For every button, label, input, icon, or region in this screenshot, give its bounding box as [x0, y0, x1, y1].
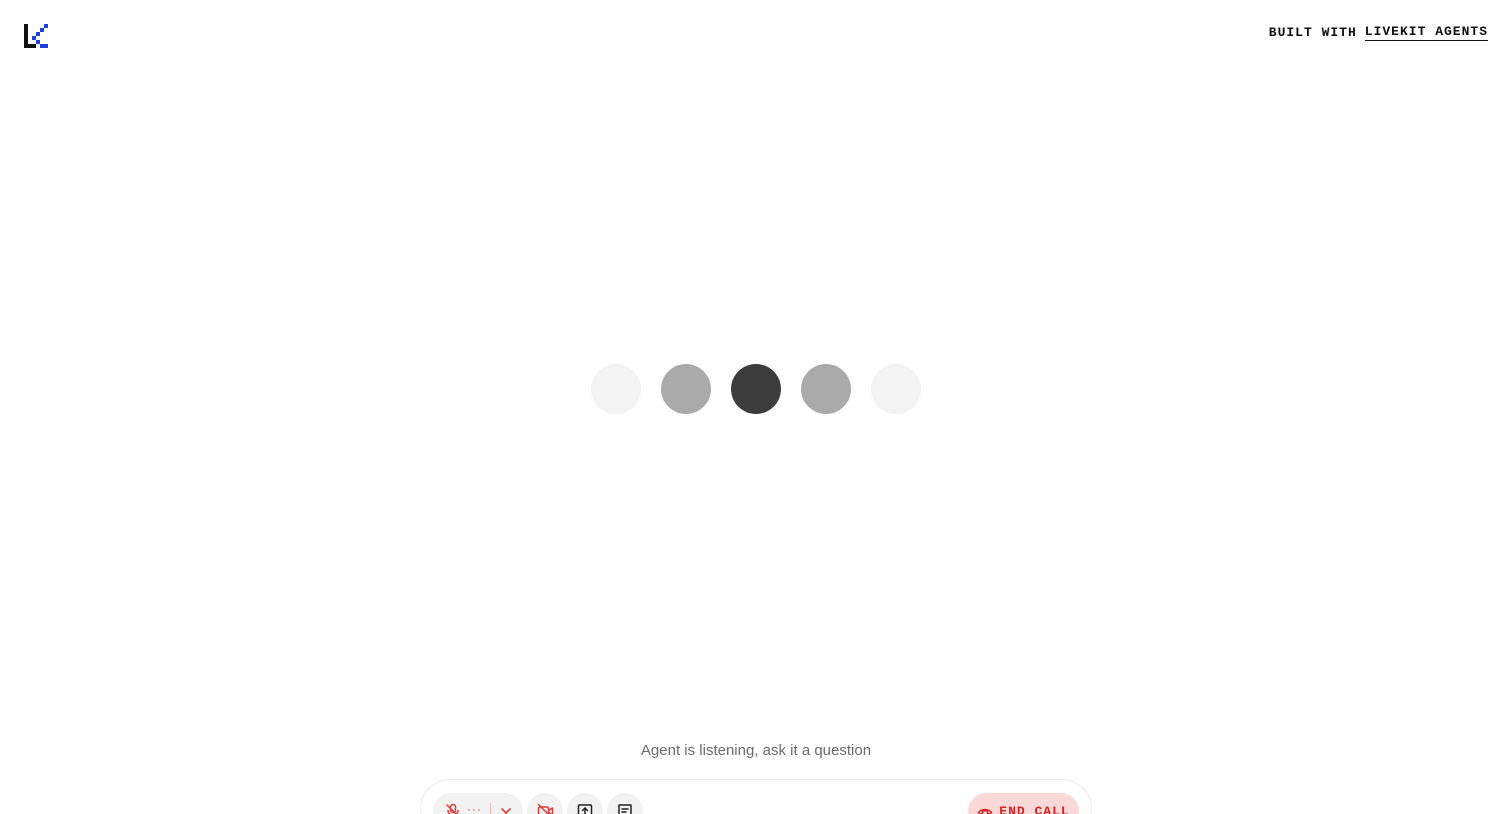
- visualizer-bar-1: [591, 364, 641, 414]
- app-root: BUILT WITH LIVEKIT AGENTS Agent is liste…: [0, 0, 1512, 814]
- phone-hangup-icon: [978, 808, 993, 814]
- livekit-agents-link[interactable]: LIVEKIT AGENTS: [1364, 24, 1488, 41]
- built-with-credit: BUILT WITH LIVEKIT AGENTS: [1269, 24, 1488, 41]
- screen-share-button[interactable]: [567, 793, 603, 814]
- control-bar: ··· END CALL: [420, 779, 1092, 814]
- microphone-toggle-group[interactable]: ···: [433, 793, 523, 814]
- mic-level-indicator: ···: [467, 802, 482, 814]
- camera-off-icon: [537, 803, 553, 814]
- visualizer-bar-3: [731, 364, 781, 414]
- agent-status-text: Agent is listening, ask it a question: [640, 742, 872, 759]
- visualizer-bar-2: [661, 364, 711, 414]
- livekit-logo-icon: [24, 24, 48, 48]
- audio-visualizer: [591, 364, 921, 414]
- end-call-button[interactable]: END CALL: [968, 793, 1079, 814]
- visualizer-bar-5: [871, 364, 921, 414]
- screen-share-icon: [577, 804, 593, 814]
- chevron-down-icon[interactable]: [499, 804, 513, 814]
- livekit-logo[interactable]: [24, 24, 48, 48]
- visualizer-bar-4: [801, 364, 851, 414]
- camera-toggle-button[interactable]: [527, 793, 563, 814]
- mic-divider: [490, 803, 491, 814]
- chat-toggle-button[interactable]: [607, 793, 643, 814]
- end-call-label: END CALL: [999, 803, 1070, 814]
- built-with-prefix: BUILT WITH: [1268, 25, 1357, 40]
- chat-icon: [618, 804, 632, 814]
- mic-off-icon[interactable]: [445, 803, 461, 814]
